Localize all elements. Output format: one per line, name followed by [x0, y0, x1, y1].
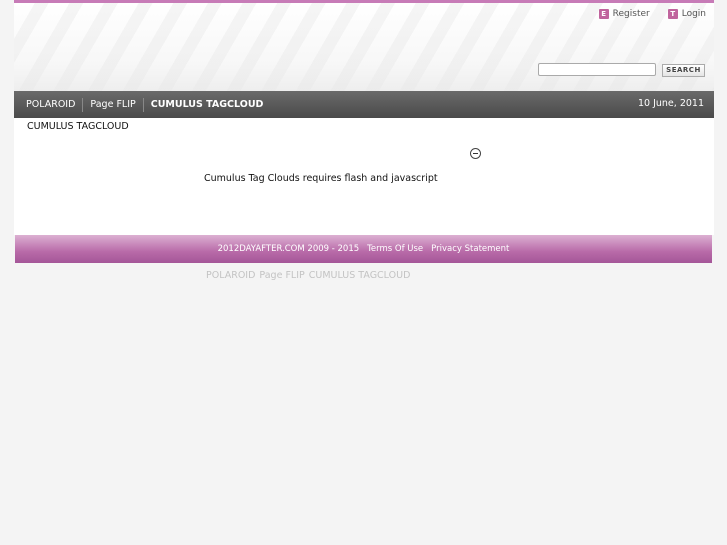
register-icon: E [598, 9, 609, 19]
bottom-link-cumulus-tagcloud[interactable]: CUMULUS TAGCLOUD [309, 270, 411, 281]
nav-date: 10 June, 2011 [637, 98, 704, 109]
footer-copyright: 2012DAYAFTER.COM 2009 - 2015 [217, 244, 360, 254]
footer-bar: 2012DAYAFTER.COM 2009 - 2015 Terms Of Us… [15, 235, 712, 263]
account-links: E Register T Login [598, 9, 706, 19]
bottom-links: POLAROID Page FLIP CUMULUS TAGCLOUD [206, 270, 410, 281]
footer-terms-link[interactable]: Terms Of Use [367, 244, 423, 254]
main-nav: POLAROID Page FLIP CUMULUS TAGCLOUD 10 J… [14, 91, 714, 118]
footer-privacy-link[interactable]: Privacy Statement [431, 244, 509, 254]
main-content: CUMULUS TAGCLOUD Cumulus Tag Clouds requ… [14, 118, 714, 235]
page-title: CUMULUS TAGCLOUD [27, 121, 129, 132]
collapse-icon[interactable] [470, 148, 481, 159]
flash-notice: Cumulus Tag Clouds requires flash and ja… [204, 173, 438, 184]
search-button[interactable]: SEARCH [662, 64, 705, 77]
register-label: Register [612, 9, 650, 19]
nav-item-polaroid[interactable]: POLAROID [14, 97, 84, 112]
search-input[interactable] [538, 63, 656, 76]
login-icon: T [667, 9, 678, 19]
bottom-link-polaroid[interactable]: POLAROID [206, 270, 255, 281]
nav-item-cumulus-tagcloud[interactable]: CUMULUS TAGCLOUD [144, 98, 271, 112]
bottom-link-page-flip[interactable]: Page FLIP [259, 270, 304, 281]
nav-item-page-flip[interactable]: Page FLIP [83, 97, 144, 112]
register-link[interactable]: E Register [598, 9, 650, 19]
login-label: Login [681, 9, 706, 19]
site-header: E Register T Login SEARCH [14, 3, 714, 91]
login-link[interactable]: T Login [667, 9, 706, 19]
